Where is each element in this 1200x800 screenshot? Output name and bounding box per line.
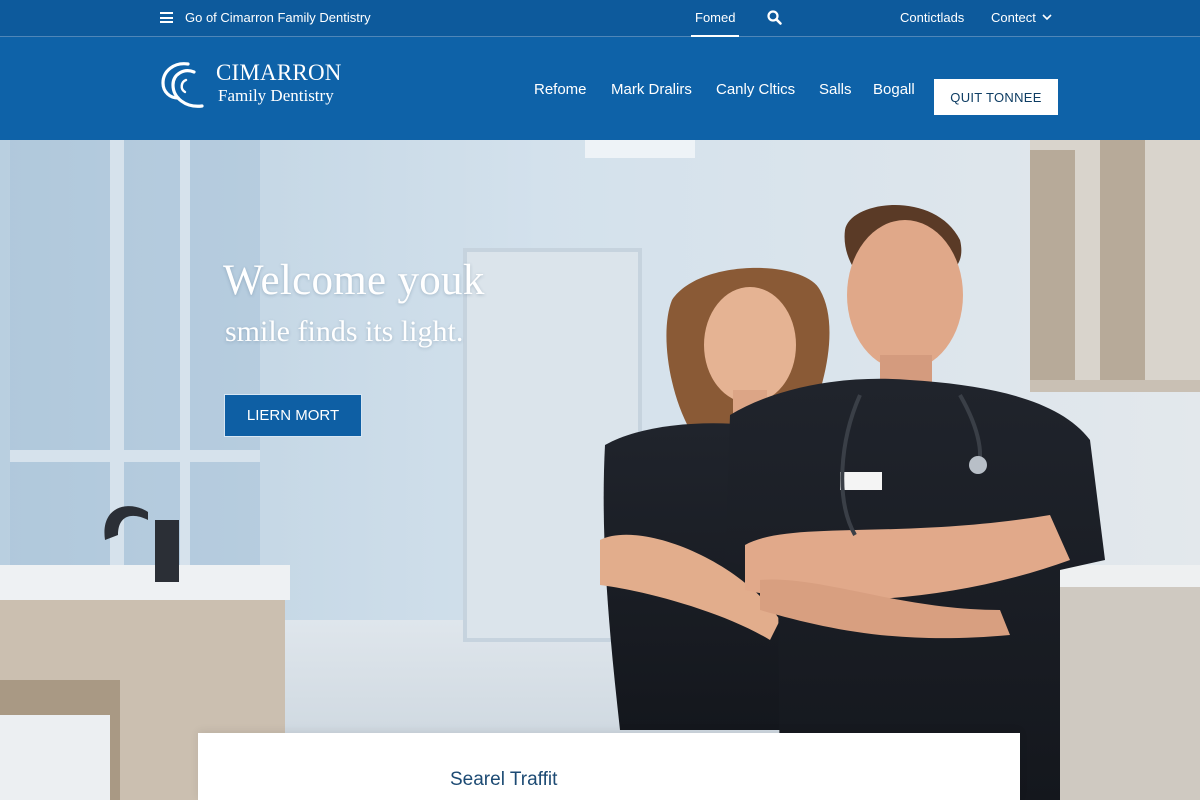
site-logo[interactable]: CIMARRON Family Dentistry: [158, 58, 342, 112]
search-icon[interactable]: [766, 9, 784, 27]
hero-title: Welcome youk: [223, 257, 485, 304]
search-card: Searel Traffit: [198, 733, 1020, 800]
search-card-title: Searel Traffit: [450, 769, 558, 790]
learn-more-button[interactable]: LIERN MORT: [224, 394, 362, 437]
logo-name: CIMARRON: [216, 60, 342, 85]
nav-item-clinics[interactable]: Canly Cltics: [716, 81, 795, 98]
menu-label[interactable]: Go of Cimarron Family Dentistry: [185, 10, 371, 25]
hamburger-icon[interactable]: [160, 12, 173, 23]
top-utility-bar: Go of Cimarron Family Dentistry Fomed Co…: [0, 0, 1200, 37]
contact-dropdown-label[interactable]: Contect: [991, 10, 1036, 25]
tab-home[interactable]: Fomed: [691, 0, 740, 37]
hero-subtitle: smile finds its light.: [225, 315, 464, 348]
hero-section: Welcome youk smile finds its light. LIER…: [0, 140, 1200, 800]
contact-dropdown[interactable]: Contect: [991, 10, 1052, 25]
chevron-down-icon: [1042, 14, 1052, 21]
hero-background-image: [0, 140, 1200, 800]
nav-item-home[interactable]: Refome: [534, 81, 587, 98]
nav-item-blog[interactable]: Bogall: [873, 81, 915, 98]
contact-details-link[interactable]: Contictlads: [900, 10, 964, 25]
logo-subtitle: Family Dentistry: [218, 86, 334, 105]
logo-text: CIMARRON Family Dentistry: [216, 58, 342, 106]
main-header: CIMARRON Family Dentistry Refome Mark Dr…: [0, 37, 1200, 140]
nav-item-doctors[interactable]: Mark Dralirs: [611, 81, 692, 98]
header-cta-button[interactable]: QUIT TONNEE: [934, 79, 1058, 115]
menu-toggle[interactable]: Go of Cimarron Family Dentistry: [160, 10, 371, 25]
cimarron-logo-mark: [161, 62, 204, 108]
nav-item-services[interactable]: Salls: [819, 81, 852, 98]
